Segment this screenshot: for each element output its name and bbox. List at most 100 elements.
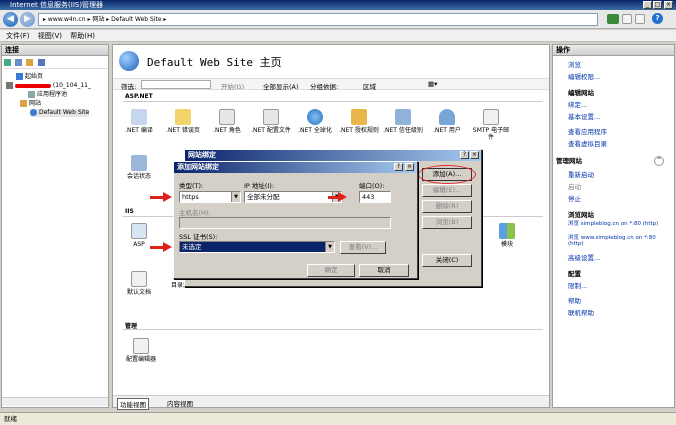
group-by-select[interactable]: 区域: [363, 81, 376, 91]
ip-value: 全部未分配: [247, 193, 280, 201]
help-icon[interactable]: ?: [652, 13, 663, 24]
feature-label: .NET 角色: [213, 127, 241, 134]
feature-asp[interactable]: ASP: [119, 223, 159, 248]
action-view-virtual-directories[interactable]: 查看虚拟目录: [568, 140, 607, 148]
menu-help[interactable]: 帮助(H): [70, 30, 95, 42]
back-icon[interactable]: ◀: [3, 12, 18, 27]
users-icon: [439, 109, 455, 125]
show-all-button[interactable]: 全部显示(A): [263, 81, 299, 91]
action-advanced-settings[interactable]: 高级设置...: [568, 254, 600, 262]
session-icon: [131, 155, 147, 171]
refresh-icon[interactable]: [37, 58, 45, 66]
network-icon[interactable]: [607, 14, 619, 24]
view-certificate-button[interactable]: 查看(V)...: [340, 241, 386, 254]
lock-icon: [351, 109, 367, 125]
feature-net-error-pages[interactable]: .NET 错误页: [163, 109, 203, 134]
view-toggle-icon[interactable]: ▦▾: [428, 80, 437, 88]
close-button[interactable]: ×: [664, 1, 673, 9]
tab-content-view[interactable]: 内容视图: [167, 398, 193, 408]
add-close-button[interactable]: ×: [405, 163, 414, 171]
add-help-button[interactable]: ?: [394, 163, 403, 171]
mail-icon[interactable]: [622, 14, 632, 24]
tab-features-view[interactable]: 功能视图: [117, 398, 149, 410]
action-limits[interactable]: 限制...: [568, 282, 587, 290]
filter-input[interactable]: [141, 80, 211, 89]
tree-server[interactable]: (10_104_11_: [6, 82, 110, 90]
ssl-certificate-select[interactable]: 未选定 ▼: [179, 241, 335, 253]
type-value: https: [182, 193, 199, 201]
folder-icon[interactable]: [26, 58, 34, 66]
feature-net-users[interactable]: .NET 用户: [427, 109, 467, 134]
action-help[interactable]: 帮助: [568, 297, 581, 305]
feature-label: 配置编辑器: [125, 356, 156, 363]
bindings-close-button[interactable]: ×: [470, 151, 479, 159]
feature-net-globalization[interactable]: .NET 全球化: [295, 109, 335, 134]
connections-scrollbar[interactable]: [2, 397, 108, 406]
tree-default-web-site[interactable]: Default Web Site: [30, 109, 90, 117]
browse-binding-button[interactable]: 浏览(B): [422, 216, 472, 229]
compile-icon: [131, 109, 147, 125]
save-icon[interactable]: [15, 58, 23, 66]
type-label: 类型(T):: [179, 182, 204, 190]
action-browse-2[interactable]: 浏览 www.simpleblog.cn on *:80 (http): [568, 235, 668, 247]
start-button[interactable]: 开始(G): [221, 81, 244, 91]
ip-label: IP 地址(I):: [244, 182, 275, 190]
feature-label: 模块: [500, 241, 513, 248]
action-explore[interactable]: 浏览: [568, 61, 581, 69]
feature-session-state[interactable]: 会话状态: [119, 155, 159, 180]
page-title: Default Web Site 主页: [147, 56, 282, 69]
action-start[interactable]: 启动: [568, 183, 581, 191]
feature-net-authorization[interactable]: .NET 授权规则: [339, 109, 379, 134]
feature-smtp-email[interactable]: SMTP 电子邮件: [471, 109, 511, 141]
print-icon[interactable]: [635, 14, 645, 24]
menu-file[interactable]: 文件(F): [6, 30, 30, 42]
menu-view[interactable]: 视图(V): [38, 30, 62, 42]
menu-bar: 文件(F) 视图(V) 帮助(H): [0, 30, 676, 42]
action-edit-permissions[interactable]: 编辑权限...: [568, 73, 600, 81]
action-bindings[interactable]: 绑定...: [568, 101, 587, 109]
tree-sites[interactable]: 网站: [20, 100, 41, 108]
annotation-arrowhead: [338, 192, 347, 202]
action-view-applications[interactable]: 查看应用程序: [568, 128, 607, 136]
close-bindings-button[interactable]: 关闭(C): [422, 254, 472, 267]
config-editor-icon: [133, 338, 149, 354]
ssl-value: 未选定: [182, 243, 202, 251]
maximize-button[interactable]: □: [653, 1, 662, 9]
feature-label: .NET 授权规则: [339, 127, 379, 134]
edit-binding-button[interactable]: 编辑(E)...: [422, 184, 472, 197]
port-input[interactable]: 443: [359, 191, 391, 203]
action-basic-settings[interactable]: 基本设置...: [568, 113, 600, 121]
cancel-button[interactable]: 取消: [359, 264, 409, 277]
feature-default-document[interactable]: 默认文档: [119, 271, 159, 296]
feature-net-profile[interactable]: .NET 配置文件: [251, 109, 291, 134]
ok-button[interactable]: 确定: [307, 264, 355, 277]
connect-icon[interactable]: [4, 58, 11, 66]
tree-app-pools[interactable]: 应用程序池: [28, 91, 67, 99]
minimize-button[interactable]: _: [643, 1, 652, 9]
type-select[interactable]: https ▼: [179, 191, 241, 203]
action-online-help[interactable]: 联机帮助: [568, 309, 594, 317]
home-icon: [16, 73, 23, 80]
ssl-label: SSL 证书(S):: [179, 233, 218, 241]
remove-binding-button[interactable]: 删除(R): [422, 200, 472, 213]
filter-bar: 筛选: 开始(G) 全部显示(A) 分组依据: 区域 ▦▾: [113, 78, 549, 91]
feature-net-trust-levels[interactable]: .NET 信任级别: [383, 109, 423, 134]
action-restart[interactable]: 重新启动: [568, 171, 594, 179]
forward-icon[interactable]: ▶: [20, 12, 35, 27]
collapse-icon[interactable]: ^: [654, 156, 664, 166]
feature-config-editor[interactable]: 配置编辑器: [119, 338, 163, 363]
host-input[interactable]: [179, 217, 391, 229]
sites-folder-icon: [20, 100, 27, 107]
feature-net-roles[interactable]: .NET 角色: [207, 109, 247, 134]
tree-start-page[interactable]: 起始页: [16, 73, 43, 81]
feature-modules[interactable]: 模块: [487, 223, 527, 248]
filter-label: 筛选:: [121, 83, 137, 91]
feature-net-compilation[interactable]: .NET 编译: [119, 109, 159, 134]
address-input[interactable]: ▸ www.w4n.cn ▸ 网站 ▸ Default Web Site ▸: [38, 13, 598, 26]
view-tabs: 功能视图 内容视图: [113, 395, 549, 410]
connections-panel: 连接 起始页 (10_104_11_ 应用程序池 网站 Default Web …: [1, 44, 109, 408]
bindings-help-button[interactable]: ?: [460, 151, 469, 159]
feature-label: 默认文档: [126, 289, 151, 296]
action-browse-1[interactable]: 浏览 simpleblog.cn on *:80 (http): [568, 221, 668, 227]
action-stop[interactable]: 停止: [568, 195, 581, 203]
